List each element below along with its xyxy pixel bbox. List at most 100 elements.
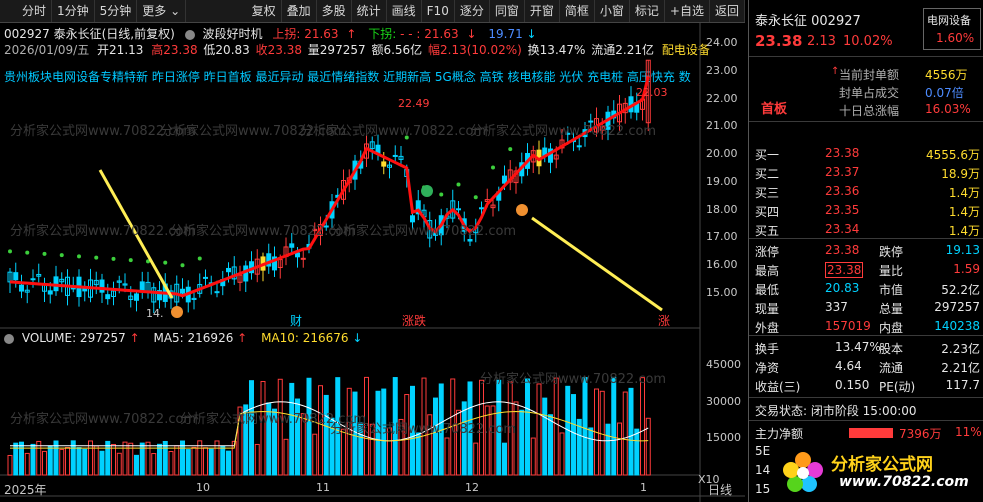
- volume-bar: [283, 438, 289, 476]
- stats-row: 最高 23.38 量比 1.59: [755, 262, 980, 279]
- volume-bar: [611, 376, 617, 476]
- volume-bar: [65, 447, 70, 476]
- volume-bar: [174, 445, 180, 476]
- kline-chart-area[interactable]: 002927 泰永长征(日线,前复权) 波段好时机 上拐: 21.63 ↑ 下拐…: [0, 23, 745, 502]
- volume-bar: [456, 409, 461, 476]
- watermark-text: 分析家公式网www.70822.com: [10, 411, 196, 427]
- divider: [749, 121, 983, 122]
- bid-row: 买一 23.38 4555.6万: [755, 146, 980, 163]
- volume-bar: [640, 377, 645, 476]
- watermark-text: 分析家公式网www.70822.com: [10, 223, 196, 239]
- bid-label: 买四: [755, 205, 780, 219]
- trade-status: 交易状态: 闭市阶段 15:00:00: [755, 404, 917, 418]
- bid-volume: 1.4万: [948, 224, 980, 238]
- ma10-arrow-icon: ↓: [352, 331, 363, 345]
- row-15-label: 15: [755, 482, 771, 496]
- candle-body: [105, 294, 111, 300]
- bid-label: 买三: [755, 186, 780, 200]
- volume-bar: [47, 445, 53, 476]
- price-tick: 20.00: [706, 147, 738, 161]
- bid-label: 买二: [755, 167, 780, 181]
- candle-body: [479, 207, 484, 210]
- main-net-pct: 11%: [955, 425, 982, 439]
- bid-volume: 1.4万: [948, 186, 980, 200]
- toolbar-button-4[interactable]: 画线: [387, 0, 422, 22]
- bid-label: 买一: [755, 148, 780, 162]
- volume-bar: [134, 454, 139, 476]
- price-tick: 23.00: [706, 63, 738, 77]
- candle-body: [30, 278, 36, 281]
- toolbar-button-5[interactable]: F10: [422, 0, 455, 22]
- bid-volume: 1.4万: [948, 205, 980, 219]
- stat-value-2: 117.7: [945, 378, 980, 392]
- toolbar-button-6[interactable]: 逐分: [455, 0, 490, 22]
- sector-box[interactable]: 电网设备 1.60%: [923, 8, 981, 50]
- volume-bar: [24, 452, 30, 476]
- candle-body: [502, 175, 507, 184]
- watermark-text: 分析家公式网www.70822.com: [470, 123, 656, 139]
- volume-bar: [542, 397, 548, 476]
- signal-dot: [491, 165, 495, 170]
- volume-bar: [622, 391, 628, 476]
- volume-tick: 30000: [706, 394, 741, 408]
- volume-bar: [444, 437, 450, 476]
- seal-ratio-label: 封单占成交: [839, 86, 900, 100]
- volume-header: VOLUME: 297257 ↑ MA5: 216926 ↑ MA10: 216…: [4, 331, 362, 345]
- toolbar-button-13[interactable]: 返回: [710, 0, 745, 22]
- toolbar-button-10[interactable]: 小窗: [595, 0, 630, 22]
- toolbar-button-3[interactable]: 统计: [352, 0, 387, 22]
- watermark-text: 分析家公式网www.70822.com: [480, 371, 666, 387]
- low-price-marker: 14.: [146, 307, 164, 320]
- divider: [749, 420, 983, 421]
- toolbar-button-8[interactable]: 开窗: [525, 0, 560, 22]
- toolbar-button-9[interactable]: 简框: [560, 0, 595, 22]
- divider: [749, 56, 983, 57]
- candle-body: [47, 290, 53, 295]
- watermark-text: 分析家公式网www.70822.com: [330, 223, 516, 239]
- stats2-row: 换手 13.47% 股本 2.23亿: [755, 340, 980, 357]
- toolbar-button-0[interactable]: 复权: [247, 0, 282, 22]
- month-tick: 12: [465, 481, 479, 494]
- stats-row: 最低 20.83 市值 52.2亿: [755, 281, 980, 298]
- stock-name-code: 泰永长征 002927: [755, 14, 861, 29]
- volume-bar: [19, 441, 24, 476]
- stat-label: 涨停: [755, 245, 780, 259]
- volume-bar: [415, 432, 421, 476]
- ma5-arrow-icon: ↑: [237, 331, 248, 345]
- toolbar-button-2[interactable]: 多股: [317, 0, 352, 22]
- toolbar-button-1[interactable]: 叠加: [282, 0, 317, 22]
- ma10-label: MA10: 216676: [261, 331, 349, 345]
- period-tab-3[interactable]: 更多 ⌄: [137, 0, 187, 22]
- divider: [749, 335, 983, 336]
- period-tab-2[interactable]: 5分钟: [95, 0, 138, 22]
- toolbar-button-7[interactable]: 同窗: [490, 0, 525, 22]
- flower-logo-icon: [783, 452, 823, 492]
- stat-label-2: 流通: [879, 361, 904, 375]
- volume-bar: [502, 442, 507, 476]
- period-tab-0[interactable]: 分时: [0, 0, 53, 22]
- signal-dot: [42, 251, 47, 256]
- volume-bar: [318, 385, 323, 476]
- candle-body: [588, 120, 594, 123]
- quote-panel: 泰永长征 002927 电网设备 1.60% 23.38 2.13 10.02%…: [748, 0, 983, 502]
- candle-body: [214, 291, 220, 294]
- stat-value: 23.38: [825, 243, 860, 257]
- bid-price: 23.37: [825, 165, 860, 179]
- candle-body: [203, 276, 208, 279]
- toolbar-button-11[interactable]: 标记: [630, 0, 665, 22]
- volume-up-arrow-icon: ↑: [129, 331, 140, 345]
- bid-row: 买二 23.37 18.9万: [755, 165, 980, 182]
- seal-ratio: 0.07倍: [925, 86, 964, 100]
- price-tick: 22.00: [706, 91, 738, 105]
- volume-bar: [151, 453, 157, 476]
- candle-body: [19, 284, 24, 292]
- volume-settings-icon[interactable]: [4, 333, 14, 344]
- stat-label-2: 市值: [879, 283, 904, 297]
- bid-price: 23.38: [825, 146, 860, 160]
- price-change-pct: 10.02%: [843, 34, 893, 49]
- toolbar-button-12[interactable]: +自选: [665, 0, 710, 22]
- period-tab-1[interactable]: 1分钟: [52, 0, 95, 22]
- volume-bar: [582, 377, 588, 476]
- divider: [749, 397, 983, 398]
- volume-bar: [312, 433, 318, 476]
